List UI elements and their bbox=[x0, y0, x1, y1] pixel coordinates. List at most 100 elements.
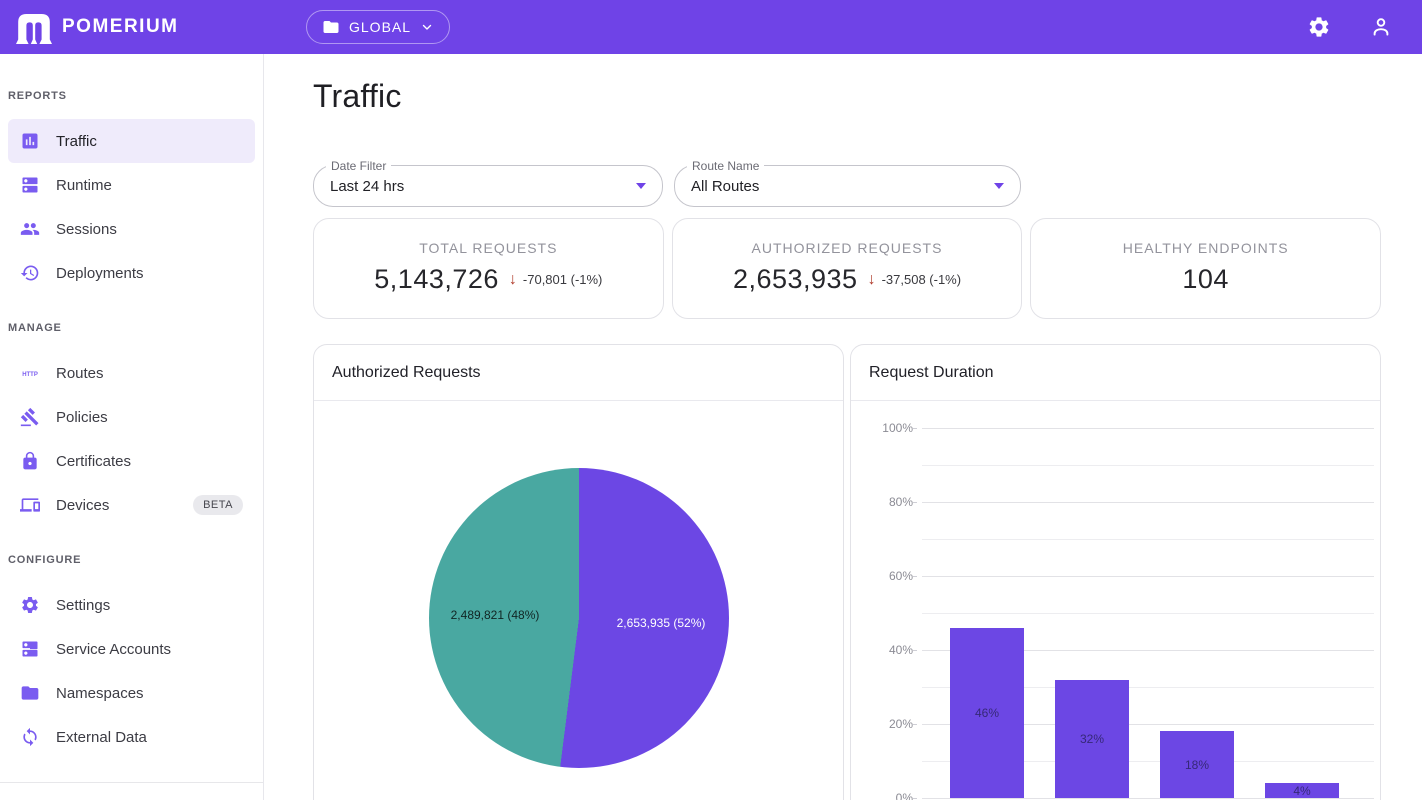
sidebar-item-runtime[interactable]: Runtime bbox=[8, 163, 255, 207]
dropdown-arrow-icon bbox=[636, 183, 646, 189]
sidebar-item-label: Service Accounts bbox=[56, 640, 172, 658]
http-icon: HTTP bbox=[22, 372, 38, 378]
pomerium-logo[interactable]: POMERIUM bbox=[16, 11, 179, 44]
stat-card-healthy-endpoints: HEALTHY ENDPOINTS 104 bbox=[1030, 218, 1382, 319]
sidebar-item-sessions[interactable]: Sessions bbox=[8, 207, 255, 251]
y-tick-mark bbox=[913, 724, 917, 725]
sidebar-item-label: External Data bbox=[56, 728, 147, 746]
sidebar-item-label: Namespaces bbox=[56, 684, 144, 702]
date-filter-value: Last 24 hrs bbox=[330, 177, 405, 195]
y-tick-mark bbox=[913, 576, 917, 577]
bar-value-label: 18% bbox=[1184, 757, 1210, 772]
trend-down-icon: ↓ bbox=[508, 270, 517, 288]
stat-label: AUTHORIZED REQUESTS bbox=[751, 240, 943, 256]
stat-delta: -37,508 (-1%) bbox=[881, 272, 962, 287]
bar-value-label: 46% bbox=[974, 705, 1000, 720]
y-tick-label: 100% bbox=[882, 421, 913, 435]
stat-value: 5,143,726 bbox=[374, 264, 499, 294]
namespace-selector[interactable]: GLOBAL bbox=[306, 10, 451, 44]
lock-icon bbox=[23, 451, 37, 470]
bar-value-label: 32% bbox=[1079, 731, 1105, 746]
chart-title: Authorized Requests bbox=[314, 345, 843, 401]
dns-icon bbox=[22, 177, 38, 193]
pomerium-logo-icon bbox=[16, 13, 52, 44]
gavel-icon bbox=[20, 407, 39, 427]
stat-value: 104 bbox=[1182, 264, 1229, 294]
sidebar-item-label: Sessions bbox=[56, 220, 117, 238]
sidebar-item-label: Certificates bbox=[56, 452, 132, 470]
stat-value: 2,653,935 bbox=[732, 264, 858, 294]
gridline-major bbox=[922, 576, 1374, 577]
y-tick-label: 0% bbox=[895, 791, 913, 800]
gridline-minor bbox=[922, 613, 1374, 614]
request-duration-chart-card: Request Duration 100% 80% 60% 40% 20% 0% 46% 32… bbox=[850, 344, 1381, 800]
sidebar-item-namespaces[interactable]: Namespaces bbox=[8, 671, 255, 715]
y-tick-label: 40% bbox=[888, 643, 913, 657]
sidebar-item-label: Policies bbox=[56, 408, 108, 426]
bar-value-label: 4% bbox=[1293, 783, 1311, 798]
y-tick-mark bbox=[913, 798, 917, 799]
history-icon bbox=[20, 265, 39, 281]
y-tick-label: 80% bbox=[888, 495, 913, 509]
pie-slice-label-purple: 2,653,935 (52%) bbox=[616, 616, 706, 630]
gridline-major bbox=[922, 502, 1374, 503]
sidebar-item-label: Traffic bbox=[56, 132, 97, 150]
sidebar-nav: REPORTS Traffic Runtime Sessions Deploym… bbox=[0, 54, 264, 800]
sidebar-item-label: Runtime bbox=[56, 176, 112, 194]
sidebar-item-deployments[interactable]: Deployments bbox=[8, 251, 255, 295]
main-content: Traffic Date Filter Last 24 hrs Route Na… bbox=[265, 54, 1422, 800]
bar-chart: 100% 80% 60% 40% 20% 0% 46% 32% 18% 4% bbox=[851, 401, 1380, 800]
sidebar-item-service-accounts[interactable]: Service Accounts bbox=[8, 627, 255, 671]
route-name-value: All Routes bbox=[691, 177, 760, 195]
sidebar-divider bbox=[0, 782, 263, 783]
charts-row: Authorized Requests 2,489,821 (48%) 2,65… bbox=[313, 344, 1381, 800]
y-tick-mark bbox=[913, 650, 917, 651]
pie-chart: 2,489,821 (48%) 2,653,935 (52%) bbox=[314, 401, 843, 800]
sidebar-item-label: Routes bbox=[56, 364, 104, 382]
gear-icon bbox=[22, 597, 38, 613]
gridline-minor bbox=[922, 465, 1374, 466]
y-tick-label: 60% bbox=[888, 569, 913, 583]
group-icon bbox=[20, 223, 40, 235]
sidebar-item-label: Devices bbox=[56, 496, 110, 514]
sidebar-item-certificates[interactable]: Certificates bbox=[8, 439, 255, 483]
section-label-reports: REPORTS bbox=[8, 90, 67, 102]
sidebar-item-traffic[interactable]: Traffic bbox=[8, 119, 255, 163]
sidebar-item-label: Settings bbox=[56, 596, 111, 614]
stat-card-authorized-requests: AUTHORIZED REQUESTS 2,653,935 ↓ -37,508 … bbox=[671, 218, 1023, 319]
section-label-manage: MANAGE bbox=[8, 322, 62, 334]
date-filter-label: Date Filter bbox=[326, 159, 392, 173]
sidebar-item-external-data[interactable]: External Data bbox=[8, 715, 255, 759]
chart-title: Request Duration bbox=[851, 345, 1380, 401]
user-account-icon[interactable] bbox=[1369, 15, 1393, 39]
filters-row: Date Filter Last 24 hrs Route Name All R… bbox=[313, 159, 1381, 207]
top-app-bar: POMERIUM GLOBAL bbox=[0, 0, 1422, 54]
date-filter-select[interactable]: Date Filter Last 24 hrs bbox=[313, 159, 663, 207]
stat-label: HEALTHY ENDPOINTS bbox=[1122, 240, 1289, 256]
stat-card-total-requests: TOTAL REQUESTS 5,143,726 ↓ -70,801 (-1%) bbox=[313, 218, 664, 319]
gridline-major bbox=[922, 798, 1374, 799]
svg-text:HTTP: HTTP bbox=[22, 372, 38, 378]
sidebar-item-devices[interactable]: Devices BETA bbox=[8, 483, 255, 527]
sidebar-item-routes[interactable]: HTTP Routes bbox=[8, 351, 255, 395]
sidebar-item-policies[interactable]: Policies bbox=[8, 395, 255, 439]
y-tick-label: 20% bbox=[888, 717, 913, 731]
y-tick-mark bbox=[913, 428, 917, 429]
analytics-icon bbox=[22, 133, 38, 149]
stat-label: TOTAL REQUESTS bbox=[419, 240, 558, 256]
trend-down-icon: ↓ bbox=[867, 270, 876, 288]
section-label-configure: CONFIGURE bbox=[8, 554, 82, 566]
sync-icon bbox=[23, 727, 37, 747]
chevron-down-icon bbox=[422, 24, 432, 30]
gridline-major bbox=[922, 428, 1374, 429]
page-title: Traffic bbox=[313, 78, 402, 114]
stats-row: TOTAL REQUESTS 5,143,726 ↓ -70,801 (-1%)… bbox=[313, 218, 1382, 319]
route-name-select[interactable]: Route Name All Routes bbox=[674, 159, 1021, 207]
settings-gear-icon[interactable] bbox=[1307, 15, 1331, 39]
authorized-requests-chart-card: Authorized Requests 2,489,821 (48%) 2,65… bbox=[313, 344, 844, 800]
sidebar-item-settings[interactable]: Settings bbox=[8, 583, 255, 627]
sidebar-item-label: Deployments bbox=[56, 264, 144, 282]
beta-badge: BETA bbox=[193, 495, 243, 515]
stat-delta: -70,801 (-1%) bbox=[522, 272, 603, 287]
dropdown-arrow-icon bbox=[994, 183, 1004, 189]
